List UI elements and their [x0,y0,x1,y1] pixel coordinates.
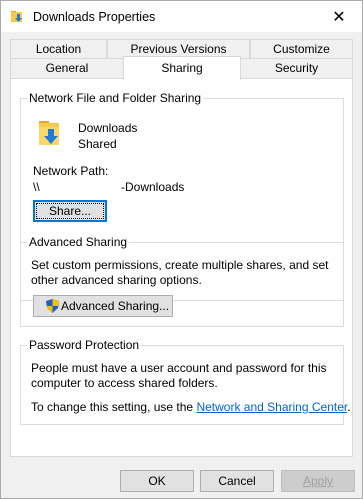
tab-customize-label: Customize [273,42,330,56]
advanced-sharing-description: Set custom permissions, create multiple … [31,258,329,287]
tab-general[interactable]: General [10,58,124,78]
folder-status: Shared [78,137,117,151]
network-path-label: Network Path: [33,164,109,178]
properties-window: Downloads Properties ✕ Location Previous… [0,0,363,499]
password-protection-group: Password Protection People must have a u… [20,338,351,425]
tab-location[interactable]: Location [10,39,107,59]
network-sharing-center-link[interactable]: Network and Sharing Center [196,400,347,414]
tab-location-label: Location [35,42,82,56]
password-protection-description: People must have a user account and pass… [31,361,327,390]
tab-sharing-label: Sharing [161,61,203,75]
change-setting-text: To change this setting, use the [31,400,194,414]
network-sharing-title: Network File and Folder Sharing [27,91,204,105]
uac-shield-icon [46,299,59,313]
change-setting-period: . [347,400,351,414]
network-path-prefix: \\ [33,180,40,194]
share-button[interactable]: Share... [33,200,107,222]
advanced-sharing-group: Advanced Sharing Set custom permissions,… [20,235,344,327]
tab-general-label: General [45,61,89,75]
folder-name: Downloads [78,121,138,135]
change-setting-line: To change this setting, use the Network … [31,400,351,414]
title-bar[interactable]: Downloads Properties ✕ [1,1,362,32]
apply-button-label: Apply [302,474,334,488]
tab-previous-versions-label: Previous Versions [130,42,227,56]
advanced-sharing-button-label: Advanced Sharing... [61,299,170,313]
ok-button-label: OK [148,474,166,488]
tab-sharing[interactable]: Sharing [123,56,241,80]
tab-security-label: Security [274,61,319,75]
tab-customize[interactable]: Customize [250,39,353,59]
cancel-button[interactable]: Cancel [200,470,274,492]
ok-button[interactable]: OK [120,470,194,492]
apply-button[interactable]: Apply [281,470,355,492]
sharing-tab-panel: Network File and Folder Sharing Download… [10,78,353,457]
advanced-sharing-button[interactable]: Advanced Sharing... [33,295,173,317]
cancel-button-label: Cancel [218,474,256,488]
network-path-suffix: -Downloads [121,180,185,194]
folder-download-icon [39,121,59,145]
window-title: Downloads Properties [33,10,156,24]
close-icon: ✕ [332,8,346,26]
password-protection-title: Password Protection [27,338,142,352]
focus-rectangle [36,203,104,219]
close-button[interactable]: ✕ [316,1,362,32]
folder-download-icon [11,11,22,22]
tab-security[interactable]: Security [240,58,353,78]
advanced-sharing-title: Advanced Sharing [27,235,130,249]
